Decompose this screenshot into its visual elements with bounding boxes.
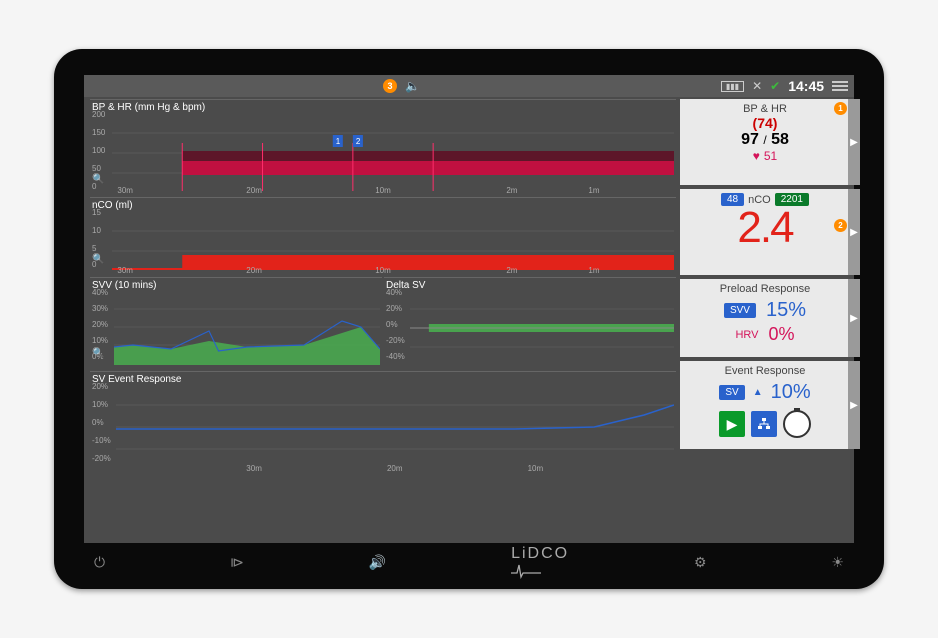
- bp-values: 97 / 58: [741, 131, 789, 149]
- panel-title: Preload Response: [720, 283, 811, 295]
- panel-expand-icon[interactable]: ▶: [848, 279, 860, 357]
- svg-text:2: 2: [356, 137, 361, 146]
- status-ok-icon: ✔: [770, 79, 780, 93]
- brand-logo: LiDCO: [511, 545, 569, 579]
- zoom-icon[interactable]: 🔍: [92, 174, 104, 185]
- step-fwd-icon[interactable]: ⧐: [230, 554, 244, 571]
- clock: 14:45: [788, 78, 824, 94]
- hr-value: ♥ 51: [753, 149, 777, 163]
- panel-preload[interactable]: Preload Response SVV 15% HRV 0% ▶: [680, 279, 850, 357]
- zoom-icon[interactable]: 🔍: [92, 254, 104, 265]
- hr-paren: (74): [753, 115, 778, 131]
- panel-title: Event Response: [725, 365, 806, 377]
- chart-bp-hr[interactable]: BP & HR (mm Hg & bpm) 200150 10050 0 🔍: [90, 99, 676, 195]
- hrv-value: 0%: [769, 324, 795, 345]
- chart-nco[interactable]: nCO (ml) 1510 50 🔍 30m20m 10m2m 1m: [90, 197, 676, 275]
- screen: 3 🔈 ▮▮▮ ✕ ✔ 14:45 BP & HR (mm Hg & bpm) …: [84, 75, 854, 543]
- no-signal-icon: ✕: [752, 79, 762, 93]
- panel-expand-icon[interactable]: ▶: [848, 99, 860, 185]
- panel-badge: 1: [834, 102, 847, 115]
- play-button[interactable]: ▶: [719, 411, 745, 437]
- hrv-tag: HRV: [735, 329, 758, 341]
- chart-row-svv: SVV (10 mins) 40%30% 20%10% 0% 🔍 Delta S…: [90, 277, 676, 369]
- brightness-icon[interactable]: ☀: [831, 554, 844, 571]
- menu-icon[interactable]: [832, 79, 848, 93]
- panel-expand-icon[interactable]: ▶: [848, 361, 860, 449]
- svv-tag: SVV: [724, 303, 756, 318]
- chart-title: Delta SV: [384, 278, 676, 291]
- alert-badge[interactable]: 3: [383, 79, 397, 93]
- chart-svv[interactable]: SVV (10 mins) 40%30% 20%10% 0% 🔍: [90, 277, 382, 369]
- panel-event-response[interactable]: Event Response SV ▲ 10% ▶ ▶: [680, 361, 850, 449]
- heart-icon: ♥: [753, 149, 760, 163]
- timer-icon[interactable]: [783, 410, 811, 438]
- main-area: BP & HR (mm Hg & bpm) 200150 10050 0 🔍: [84, 97, 854, 543]
- chart-title: BP & HR (mm Hg & bpm): [90, 100, 676, 113]
- svg-text:1: 1: [336, 137, 341, 146]
- panel-nco[interactable]: 48 nCO 2201 2.4 2 ▶: [680, 189, 850, 275]
- panel-badge: 2: [834, 219, 847, 232]
- chart-title: nCO (ml): [90, 198, 676, 211]
- sv-value: 10%: [771, 381, 811, 404]
- device-frame: 3 🔈 ▮▮▮ ✕ ✔ 14:45 BP & HR (mm Hg & bpm) …: [54, 49, 884, 589]
- chart-title: SV Event Response: [90, 372, 676, 385]
- status-bar: 3 🔈 ▮▮▮ ✕ ✔ 14:45: [84, 75, 854, 97]
- speaker-icon[interactable]: 🔈: [405, 79, 420, 93]
- zoom-icon[interactable]: 🔍: [92, 348, 104, 359]
- chart-delta-sv[interactable]: Delta SV 40%20% 0%-20% -40%: [384, 277, 676, 369]
- panels-column: BP & HR 1 (74) 97 / 58 ♥ 51 ▶: [680, 99, 850, 541]
- charts-column: BP & HR (mm Hg & bpm) 200150 10050 0 🔍: [84, 99, 676, 541]
- gear-icon[interactable]: ⚙: [694, 554, 707, 571]
- chart-title: SVV (10 mins): [90, 278, 382, 291]
- nco-value: 2.4: [737, 206, 792, 250]
- panel-title: BP & HR: [743, 103, 787, 115]
- chart-sv-event[interactable]: SV Event Response 20%10% 0%-10% -20% 30m…: [90, 371, 676, 473]
- trend-up-icon: ▲: [753, 387, 763, 398]
- volume-icon[interactable]: 🔊: [369, 554, 386, 571]
- tree-button[interactable]: [751, 411, 777, 437]
- battery-icon: ▮▮▮: [721, 81, 744, 92]
- panel-bp-hr[interactable]: BP & HR 1 (74) 97 / 58 ♥ 51 ▶: [680, 99, 850, 185]
- hardware-bar: ⏻ ⧐ 🔊 LiDCO ⚙ ☀: [94, 545, 844, 579]
- panel-expand-icon[interactable]: ▶: [848, 189, 860, 275]
- power-icon[interactable]: ⏻: [94, 554, 105, 571]
- svv-value: 15%: [766, 299, 806, 322]
- sv-tag: SV: [719, 385, 744, 400]
